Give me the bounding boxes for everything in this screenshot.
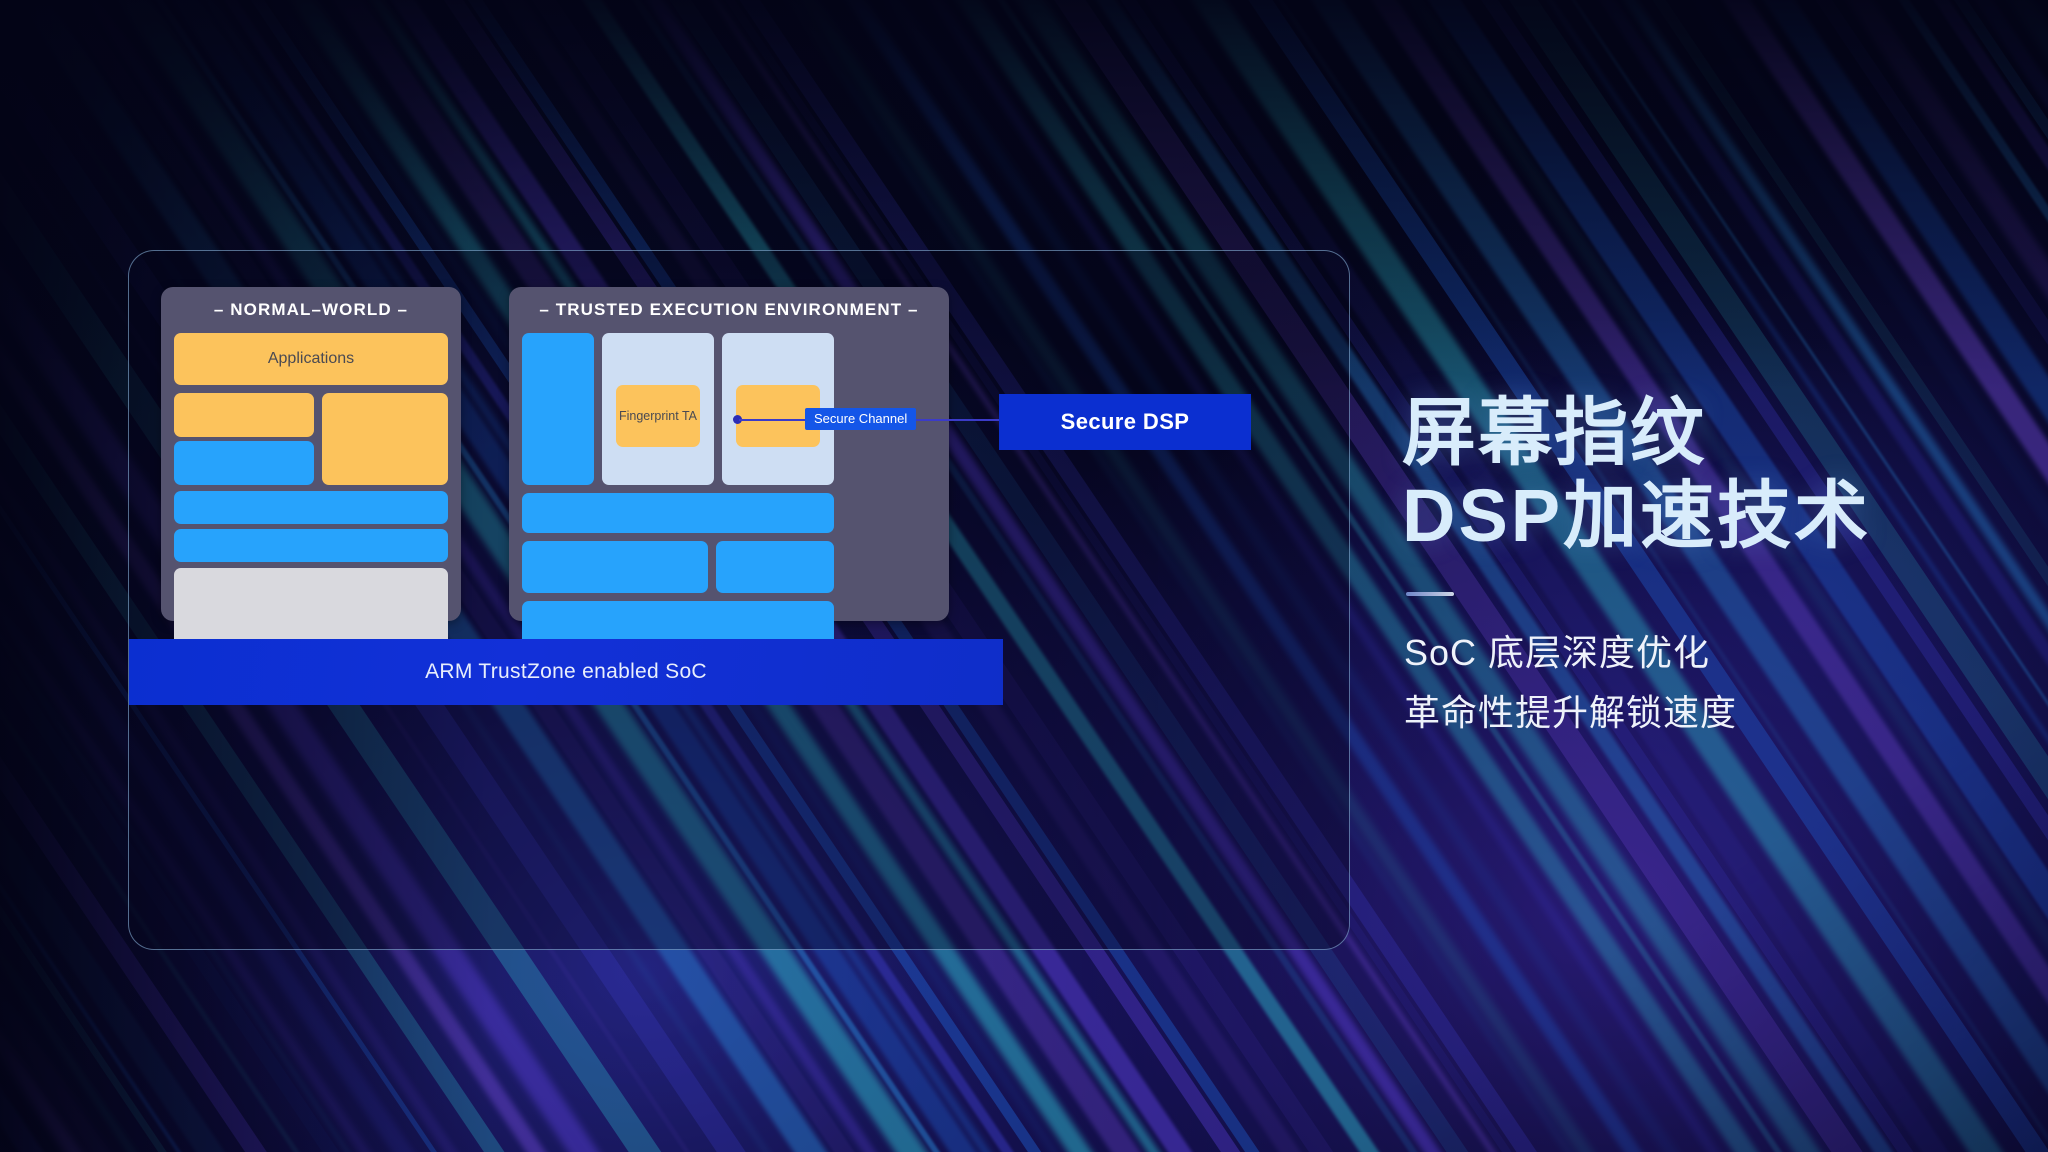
subtitle-line-2: 革命性提升解锁速度 <box>1404 692 1738 734</box>
block-tee-card-1[interactable]: Fingerprint TA <box>602 333 714 485</box>
block-applications-label: Applications <box>267 350 355 367</box>
block-nw-blue-3[interactable] <box>174 529 448 562</box>
block-nw-orange-3[interactable] <box>322 393 448 485</box>
tee-panel: – TRUSTED EXECUTION ENVIRONMENT – Finger… <box>509 287 949 653</box>
secure-channel-badge[interactable]: Secure Channel <box>805 408 917 430</box>
headline-divider <box>1406 591 1454 596</box>
block-applications[interactable]: Applications <box>174 333 448 385</box>
tee-title: – TRUSTED EXECUTION ENVIRONMENT – <box>539 300 919 319</box>
normal-world-title: – NORMAL–WORLD – <box>213 300 409 319</box>
text-column: 屏幕指纹 DSP加速技术 SoC 底层深度优化 革命性提升解锁速度 <box>1402 391 2002 741</box>
block-nw-blue-1[interactable] <box>174 441 314 485</box>
tee-body: Fingerprint TA <box>522 333 936 653</box>
block-fingerprint-ta-label: Fingerprint TA <box>618 409 698 423</box>
block-nw-blue-2[interactable] <box>174 491 448 524</box>
block-tee-blue-wide-1[interactable] <box>522 493 834 533</box>
slide-canvas: – NORMAL–WORLD – Applications – TRUSTED … <box>0 0 2048 1152</box>
normal-world-body: Applications <box>174 333 448 664</box>
block-tee-blue-mid-1[interactable] <box>522 541 708 593</box>
architecture-diagram-inner: – NORMAL–WORLD – Applications – TRUSTED … <box>129 251 1349 949</box>
block-tee-blue-mid-2[interactable] <box>716 541 834 593</box>
headline-line-1: 屏幕指纹 <box>1402 391 1706 474</box>
subtitle-line-1: SoC 底层深度优化 <box>1404 631 1711 673</box>
block-fingerprint-ta[interactable]: Fingerprint TA <box>616 385 700 447</box>
architecture-diagram-card: – NORMAL–WORLD – Applications – TRUSTED … <box>128 250 1350 950</box>
block-tee-blue-tall[interactable] <box>522 333 594 485</box>
headline-line-2: DSP加速技术 <box>1402 473 1872 557</box>
normal-world-panel: – NORMAL–WORLD – Applications <box>161 287 461 664</box>
secure-dsp-box[interactable]: Secure DSP <box>999 394 1251 450</box>
block-nw-orange-2[interactable] <box>174 393 314 437</box>
soc-bar[interactable]: ARM TrustZone enabled SoC <box>129 639 1003 705</box>
